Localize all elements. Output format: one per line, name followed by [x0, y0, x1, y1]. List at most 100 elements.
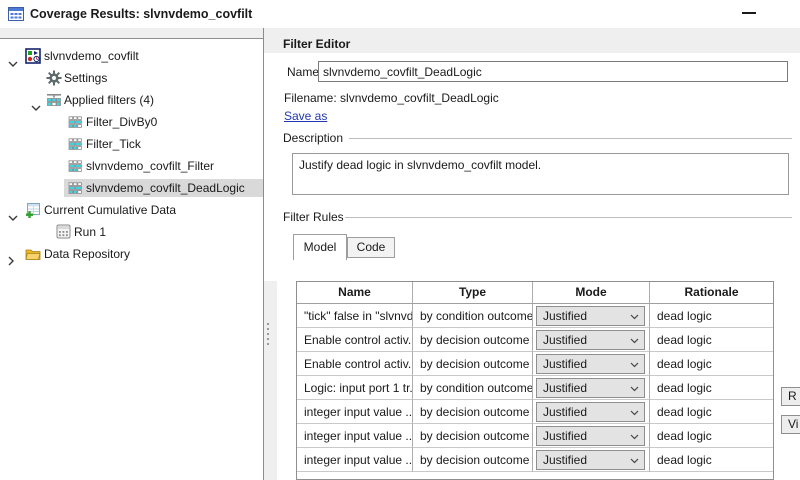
splitter-handle-icon[interactable] — [266, 323, 270, 349]
minimize-icon — [742, 12, 756, 14]
tree-item-data-repository[interactable]: Data Repository — [0, 243, 263, 265]
name-input[interactable] — [318, 61, 788, 82]
chevron-down-icon — [630, 362, 639, 368]
rule-mode-cell: Justified — [533, 448, 650, 472]
applied-filters-icon — [46, 92, 62, 108]
gear-icon — [46, 70, 62, 86]
rule-name-cell: integer input value ... — [297, 400, 413, 424]
tree-item-label: slvnvdemo_covfilt_Filter — [86, 155, 214, 177]
rule-type-cell: by decision outcome — [413, 448, 533, 472]
splitter-gutter — [264, 281, 277, 480]
rules-table: Name Type Mode Rationale "tick" false in… — [296, 281, 774, 480]
tree-item-slvnvdemo-covfilt-filter[interactable]: slvnvdemo_covfilt_Filter — [0, 155, 263, 177]
tree-item-label: slvnvdemo_covfilt — [44, 45, 139, 67]
table-row[interactable]: "tick" false in "slvnvd... by condition … — [297, 304, 773, 328]
column-header-mode: Mode — [533, 282, 650, 304]
rule-type-cell: by decision outcome — [413, 352, 533, 376]
chevron-down-icon — [630, 410, 639, 416]
filter-icon — [68, 180, 84, 196]
tree-item-filter-divby0[interactable]: Filter_DivBy0 — [0, 111, 263, 133]
tree-item-label: Settings — [64, 67, 107, 89]
rule-type-cell: by decision outcome — [413, 400, 533, 424]
rule-name-cell: Enable control activ... — [297, 352, 413, 376]
minimize-button[interactable] — [736, 2, 762, 24]
tab-model[interactable]: Model — [293, 234, 347, 260]
tree-item-filter-tick[interactable]: Filter_Tick — [0, 133, 263, 155]
results-tree: slvnvdemo_covfilt Settings — [0, 39, 263, 480]
tree-item-label: slvnvdemo_covfilt_DeadLogic — [86, 177, 245, 199]
filter-rules-group-line — [345, 217, 792, 218]
rule-name-cell: integer input value ... — [297, 424, 413, 448]
cumulative-data-icon — [25, 202, 41, 218]
column-header-rationale: Rationale — [650, 282, 773, 304]
mode-dropdown[interactable]: Justified — [536, 306, 645, 326]
rule-type-cell: by condition outcome — [413, 304, 533, 328]
filter-rules-label: Filter Rules — [283, 210, 344, 224]
rule-rationale-cell: dead logic — [650, 304, 773, 328]
name-label: Name — [287, 65, 319, 79]
chevron-down-icon — [630, 314, 639, 320]
rule-mode-cell: Justified — [533, 328, 650, 352]
rule-rationale-cell: dead logic — [650, 352, 773, 376]
tree-item-label: Current Cumulative Data — [44, 199, 176, 221]
action-button-vi[interactable]: Vi — [781, 415, 800, 434]
rule-rationale-cell: dead logic — [650, 448, 773, 472]
table-row[interactable]: integer input value ... by decision outc… — [297, 400, 773, 424]
mode-dropdown[interactable]: Justified — [536, 378, 645, 398]
filter-icon — [68, 136, 84, 152]
run-icon — [56, 224, 72, 240]
rule-type-cell: by condition outcome — [413, 376, 533, 400]
save-as-link[interactable]: Save as — [284, 109, 327, 123]
chevron-right-icon[interactable] — [8, 251, 15, 273]
description-label: Description — [283, 131, 343, 145]
tree-item-settings[interactable]: Settings — [0, 67, 263, 89]
coverage-window-icon — [8, 6, 24, 22]
rule-name-cell: "tick" false in "slvnvd... — [297, 304, 413, 328]
tree-item-label: Data Repository — [44, 243, 130, 265]
model-icon — [25, 48, 41, 64]
action-button-r[interactable]: R — [781, 387, 800, 406]
mode-dropdown[interactable]: Justified — [536, 450, 645, 470]
rule-name-cell: Enable control activ... — [297, 328, 413, 352]
mode-dropdown[interactable]: Justified — [536, 402, 645, 422]
rule-mode-cell: Justified — [533, 400, 650, 424]
filter-icon — [68, 158, 84, 174]
filename-text: Filename: slvnvdemo_covfilt_DeadLogic — [284, 91, 499, 105]
description-textarea[interactable] — [292, 153, 789, 195]
column-header-name: Name — [297, 282, 413, 304]
chevron-down-icon — [630, 338, 639, 344]
tree-item-run-1[interactable]: Run 1 — [0, 221, 263, 243]
tree-item-label: Run 1 — [74, 221, 106, 243]
rule-name-cell: Logic: input port 1 tr... — [297, 376, 413, 400]
description-group-line — [349, 138, 792, 139]
tab-code[interactable]: Code — [347, 237, 395, 258]
tree-item-label: Filter_DivBy0 — [86, 111, 157, 133]
table-row[interactable]: integer input value ... by decision outc… — [297, 424, 773, 448]
table-row[interactable]: Logic: input port 1 tr... by condition o… — [297, 376, 773, 400]
table-row[interactable]: Enable control activ... by decision outc… — [297, 328, 773, 352]
filter-editor-title: Filter Editor — [283, 37, 350, 51]
window-title: Coverage Results: slvnvdemo_covfilt — [30, 7, 252, 21]
rule-mode-cell: Justified — [533, 352, 650, 376]
table-row[interactable]: Enable control activ... by decision outc… — [297, 352, 773, 376]
tree-item-current-cumulative-data[interactable]: Current Cumulative Data — [0, 199, 263, 221]
rule-name-cell: integer input value ... — [297, 448, 413, 472]
chevron-down-icon — [630, 386, 639, 392]
rule-rationale-cell: dead logic — [650, 328, 773, 352]
tree-item-applied-filters[interactable]: Applied filters (4) — [0, 89, 263, 111]
chevron-down-icon — [630, 434, 639, 440]
rule-rationale-cell: dead logic — [650, 376, 773, 400]
table-header-row: Name Type Mode Rationale — [297, 282, 773, 304]
rule-mode-cell: Justified — [533, 424, 650, 448]
rule-type-cell: by decision outcome — [413, 328, 533, 352]
tree-item-label: Applied filters (4) — [64, 89, 154, 111]
mode-dropdown[interactable]: Justified — [536, 354, 645, 374]
tree-item-slvnvdemo-covfilt-deadlogic[interactable]: slvnvdemo_covfilt_DeadLogic — [0, 177, 263, 199]
tree-item-slvnvdemo-covfilt[interactable]: slvnvdemo_covfilt — [0, 45, 263, 67]
coverage-results-window: Coverage Results: slvnvdemo_covfilt slvn… — [0, 0, 800, 480]
chevron-down-icon — [630, 458, 639, 464]
mode-dropdown[interactable]: Justified — [536, 330, 645, 350]
tree-top-band — [0, 28, 263, 39]
table-row[interactable]: integer input value ... by decision outc… — [297, 448, 773, 472]
mode-dropdown[interactable]: Justified — [536, 426, 645, 446]
